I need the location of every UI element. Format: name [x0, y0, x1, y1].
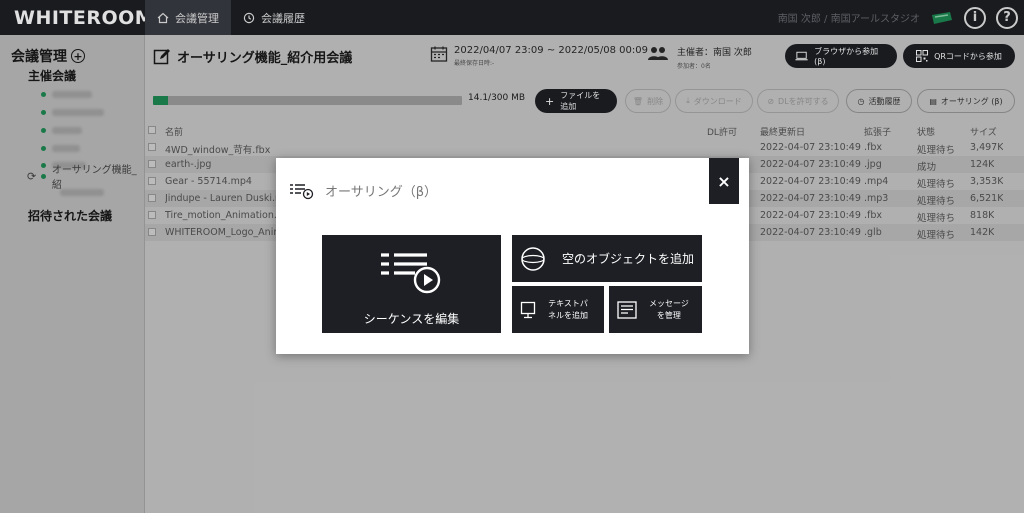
authoring-icon [290, 183, 314, 199]
sequence-icon [381, 253, 441, 294]
tile-label: テキストパ ネルを追加 [548, 298, 588, 320]
tile-label-line1: メッセージ [649, 299, 689, 309]
tile-label-line1: テキストパ [548, 299, 588, 309]
add-text-panel-tile[interactable]: テキストパ ネルを追加 [512, 286, 604, 333]
tile-label-line2: ネルを追加 [548, 310, 588, 320]
manage-messages-tile[interactable]: メッセージ を管理 [609, 286, 702, 333]
add-empty-object-tile[interactable]: 空のオブジェクトを追加 [512, 235, 702, 282]
message-icon [617, 300, 637, 319]
authoring-modal: オーサリング（β） × シーケンスを編集 空のオブジェクトを追加 テキストパ ネル… [276, 158, 749, 354]
monitor-icon [520, 301, 536, 318]
tile-label-line2: を管理 [656, 310, 681, 320]
close-button[interactable]: × [709, 158, 739, 204]
tile-label: メッセージ を管理 [649, 298, 689, 320]
modal-title-text: オーサリング（β） [325, 185, 438, 200]
sphere-icon [521, 246, 545, 271]
tile-label: 空のオブジェクトを追加 [562, 252, 695, 266]
modal-title: オーサリング（β） [289, 181, 437, 200]
edit-sequence-tile[interactable]: シーケンスを編集 [322, 235, 501, 333]
tile-label: シーケンスを編集 [363, 312, 460, 326]
